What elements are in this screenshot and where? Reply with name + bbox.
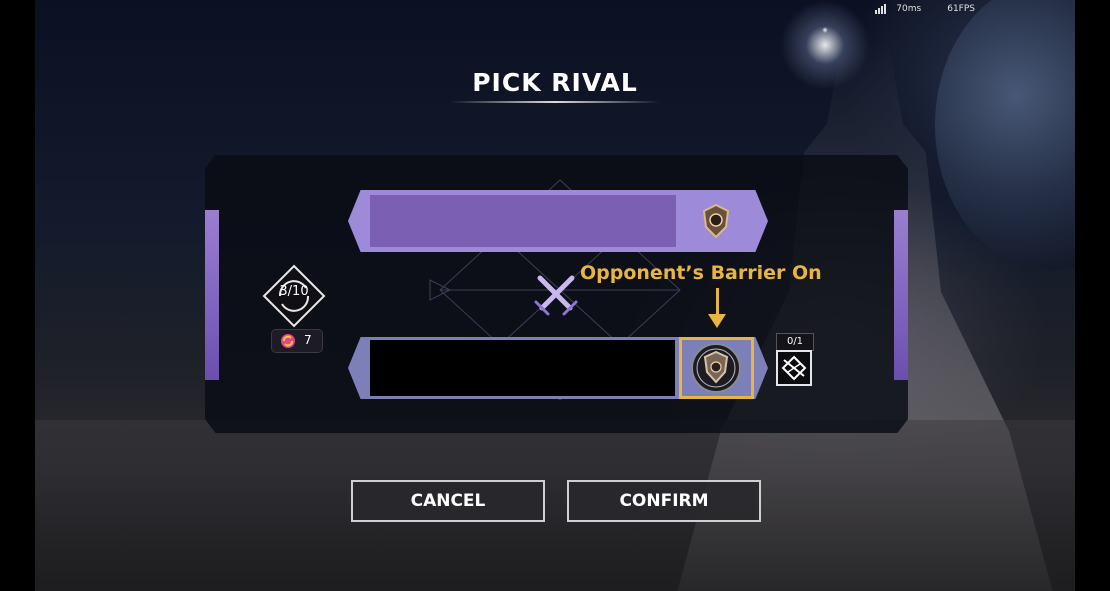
signal-icon [875, 4, 887, 14]
crossed-swords-icon [534, 275, 578, 316]
annotation-arrow-head [708, 314, 726, 328]
barrier-annotation: Opponent’s Barrier On [580, 262, 822, 284]
barrier-count: 0/1 [776, 333, 814, 351]
confirm-button[interactable]: CONFIRM [567, 480, 761, 522]
fps-text: 61FPS [947, 4, 975, 14]
planet [935, 0, 1075, 270]
left-accent-bar [205, 210, 219, 380]
rank-shield-icon [702, 203, 730, 239]
refresh-icon [281, 334, 295, 348]
page-title: PICK RIVAL [472, 68, 638, 97]
cancel-button[interactable]: CANCEL [351, 480, 545, 522]
barrier-item-button[interactable] [776, 350, 812, 386]
rival-counter: 3/10 [279, 284, 309, 299]
ping-text: 70ms [896, 4, 922, 14]
refresh-counter[interactable]: 7 [271, 329, 323, 353]
right-accent-bar [894, 210, 908, 380]
refresh-count: 7 [304, 333, 312, 347]
title-underline [450, 101, 660, 103]
barrier-broken-icon [781, 355, 807, 381]
lunar-ground [35, 420, 1075, 591]
network-hud: 70ms 61FPS [875, 4, 975, 14]
barrier-shield-icon [691, 343, 741, 393]
